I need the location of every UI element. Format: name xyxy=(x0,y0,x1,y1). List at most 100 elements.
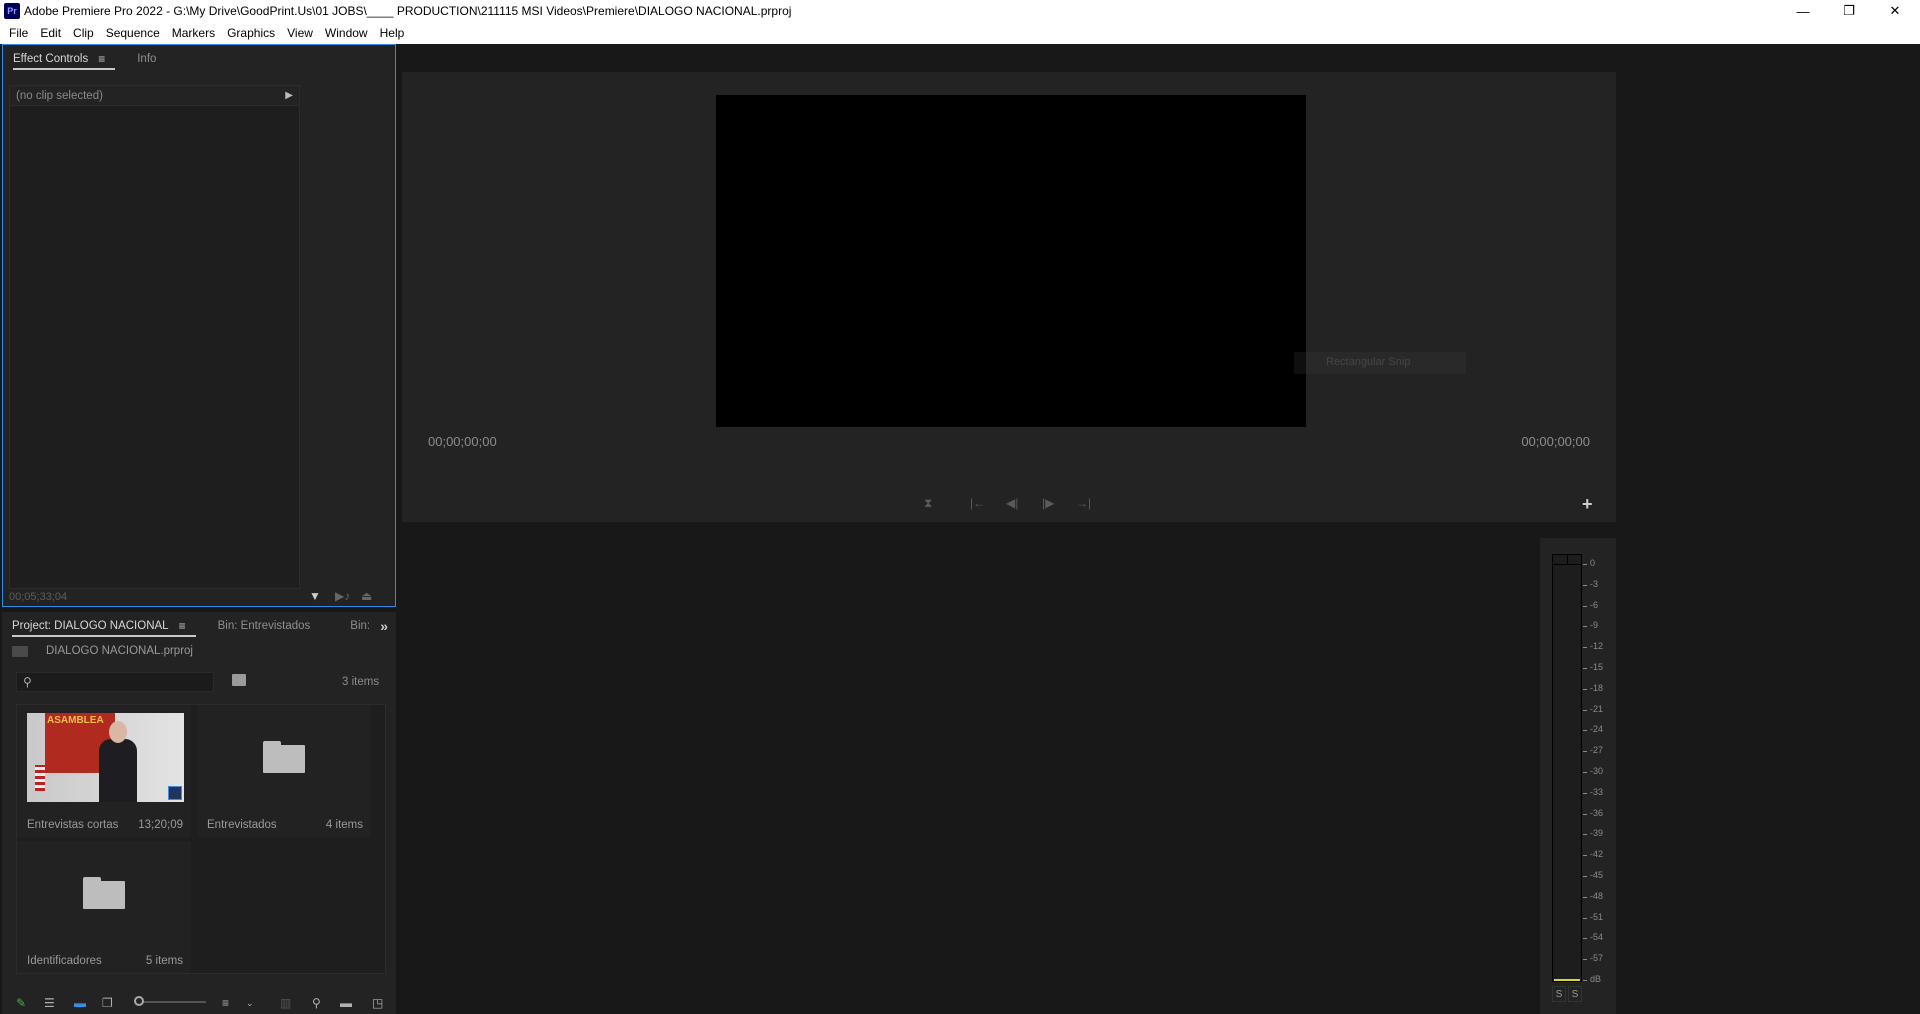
db-tick xyxy=(1583,772,1587,773)
tab-bin[interactable]: Bin: xyxy=(340,612,380,640)
project-file-name: DIALOGO NACIONAL.prproj xyxy=(46,645,193,657)
solo-left-button[interactable]: S xyxy=(1552,986,1566,1002)
tab-info[interactable]: Info xyxy=(127,45,166,73)
db-label: -45 xyxy=(1590,870,1604,880)
panel-menu-icon[interactable]: ≡ xyxy=(179,619,186,633)
tab-label: Effect Controls xyxy=(13,53,89,65)
duration-timecode: 00;00;00;00 xyxy=(1521,434,1590,449)
db-label: -48 xyxy=(1590,890,1604,901)
automate-to-sequence-icon[interactable]: ▥ xyxy=(280,996,291,1010)
db-tick xyxy=(1583,792,1587,794)
effect-controls-timecode[interactable]: 00;05;33;04 xyxy=(9,591,67,603)
db-tick xyxy=(1583,647,1587,649)
meter-divider xyxy=(1567,555,1568,565)
tab-bin-entrevistados[interactable]: Bin: Entrevistados xyxy=(208,612,321,640)
db-tick xyxy=(1583,938,1587,940)
sort-icon[interactable]: ≡ xyxy=(222,996,229,1010)
db-label: -33 xyxy=(1590,786,1604,797)
expand-timeline-icon[interactable]: ▶ xyxy=(285,90,293,101)
freeform-view-icon[interactable]: ❐ xyxy=(102,996,113,1010)
close-button[interactable]: ✕ xyxy=(1872,0,1918,22)
db-label: -39 xyxy=(1590,828,1604,839)
db-label: -54 xyxy=(1590,932,1604,943)
project-toolbar: ✎ ☰ ▬ ❐ ≡ ⌄ ▥ ⚲ ▬ ◳ xyxy=(2,990,396,1014)
panel-menu-icon[interactable]: ≡ xyxy=(98,52,105,66)
db-label: -30 xyxy=(1590,766,1604,776)
menu-sequence[interactable]: Sequence xyxy=(100,26,166,40)
effect-controls-panel: Effect Controls ≡ Info (no clip selected… xyxy=(2,44,396,607)
menu-view[interactable]: View xyxy=(281,26,319,40)
find-in-bin-icon[interactable] xyxy=(232,674,246,686)
project-item-bin[interactable]: Identificadores 5 items xyxy=(17,841,191,973)
tabs-overflow-icon[interactable]: » xyxy=(380,618,388,634)
zoom-slider-handle[interactable] xyxy=(134,996,144,1006)
export-icon[interactable]: ⏏ xyxy=(361,589,372,603)
project-search[interactable]: ⚲ xyxy=(16,672,214,692)
write-protect-pencil-icon[interactable]: ✎ xyxy=(16,996,26,1010)
db-tick xyxy=(1583,584,1587,586)
db-tick xyxy=(1583,730,1587,732)
db-tick xyxy=(1583,688,1587,690)
project-tabs: Project: DIALOGO NACIONAL ≡ Bin: Entrevi… xyxy=(2,612,396,640)
go-to-in-icon[interactable]: |← xyxy=(970,496,985,510)
db-label: -24 xyxy=(1590,724,1604,735)
menu-window[interactable]: Window xyxy=(319,26,374,40)
menu-graphics[interactable]: Graphics xyxy=(221,26,281,40)
menu-clip[interactable]: Clip xyxy=(67,26,100,40)
project-panel: Project: DIALOGO NACIONAL ≡ Bin: Entrevi… xyxy=(2,612,396,1014)
video-display[interactable] xyxy=(716,95,1306,427)
sort-dropdown-icon[interactable]: ⌄ xyxy=(246,998,254,1009)
menu-edit[interactable]: Edit xyxy=(34,26,67,40)
folder-icon xyxy=(263,741,305,773)
db-tick xyxy=(1583,668,1587,669)
db-label: -15 xyxy=(1590,662,1604,672)
db-tick xyxy=(1583,917,1587,919)
list-view-icon[interactable]: ☰ xyxy=(44,996,55,1010)
new-bin-icon[interactable]: ▬ xyxy=(340,996,352,1010)
search-icon: ⚲ xyxy=(23,675,32,689)
menu-bar: File Edit Clip Sequence Markers Graphics… xyxy=(0,22,1920,44)
item-duration: 13;20;09 xyxy=(138,819,183,831)
audio-meters-panel: 0 -3 -6 -9 -12 -15 -18 -21 -24 -27 -30 -33 -36 -39 -42… xyxy=(1540,538,1616,1014)
button-editor-plus-icon[interactable]: + xyxy=(1582,494,1593,515)
no-clip-label: (no clip selected) xyxy=(16,89,103,102)
zoom-slider-track[interactable] xyxy=(136,1001,206,1003)
db-label: -36 xyxy=(1590,807,1604,818)
menu-file[interactable]: File xyxy=(3,26,34,40)
project-folder-icon xyxy=(12,645,28,657)
minimize-button[interactable]: — xyxy=(1780,0,1826,22)
thumbnail-person xyxy=(99,739,137,802)
project-items-grid: ASAMBLEA Entrevistas cortas 13;20;09 Ent… xyxy=(16,704,386,974)
tab-project[interactable]: Project: DIALOGO NACIONAL ≡ xyxy=(2,612,196,640)
menu-markers[interactable]: Markers xyxy=(166,26,221,40)
db-label: -18 xyxy=(1590,682,1604,693)
new-item-icon[interactable]: ◳ xyxy=(372,996,383,1010)
step-forward-icon[interactable]: |▶ xyxy=(1042,496,1054,510)
db-label: -3 xyxy=(1590,578,1599,589)
project-item-bin[interactable]: Entrevistados 4 items xyxy=(197,705,371,837)
step-back-icon[interactable]: ◀| xyxy=(1006,496,1018,510)
go-to-out-icon[interactable]: →| xyxy=(1076,496,1091,510)
db-tick xyxy=(1583,855,1587,857)
premiere-app-icon: Pr xyxy=(4,3,20,19)
sequence-badge-icon xyxy=(168,786,182,800)
title-bar: Pr Adobe Premiere Pro 2022 - G:\My Drive… xyxy=(0,0,1920,22)
db-tick xyxy=(1583,959,1587,961)
solo-right-button[interactable]: S xyxy=(1568,986,1582,1002)
folder-icon xyxy=(83,877,125,909)
db-tick xyxy=(1583,834,1587,836)
db-label: -9 xyxy=(1590,620,1599,631)
item-count: 5 items xyxy=(145,955,183,967)
add-marker-icon[interactable]: ⧗ xyxy=(924,496,932,511)
search-input[interactable] xyxy=(35,676,213,688)
play-audio-icon[interactable]: ▶♪ xyxy=(335,589,350,603)
find-icon[interactable]: ⚲ xyxy=(312,996,321,1010)
icon-view-icon[interactable]: ▬ xyxy=(74,996,86,1010)
playhead-timecode[interactable]: 00;00;00;00 xyxy=(428,434,497,449)
tab-effect-controls[interactable]: Effect Controls ≡ xyxy=(3,45,116,73)
restore-button[interactable]: ❐ xyxy=(1826,0,1872,22)
filter-icon[interactable]: ▼ xyxy=(309,589,321,603)
db-label: -57 xyxy=(1590,953,1604,964)
menu-help[interactable]: Help xyxy=(374,26,411,40)
project-item-sequence[interactable]: ASAMBLEA Entrevistas cortas 13;20;09 xyxy=(17,705,191,837)
